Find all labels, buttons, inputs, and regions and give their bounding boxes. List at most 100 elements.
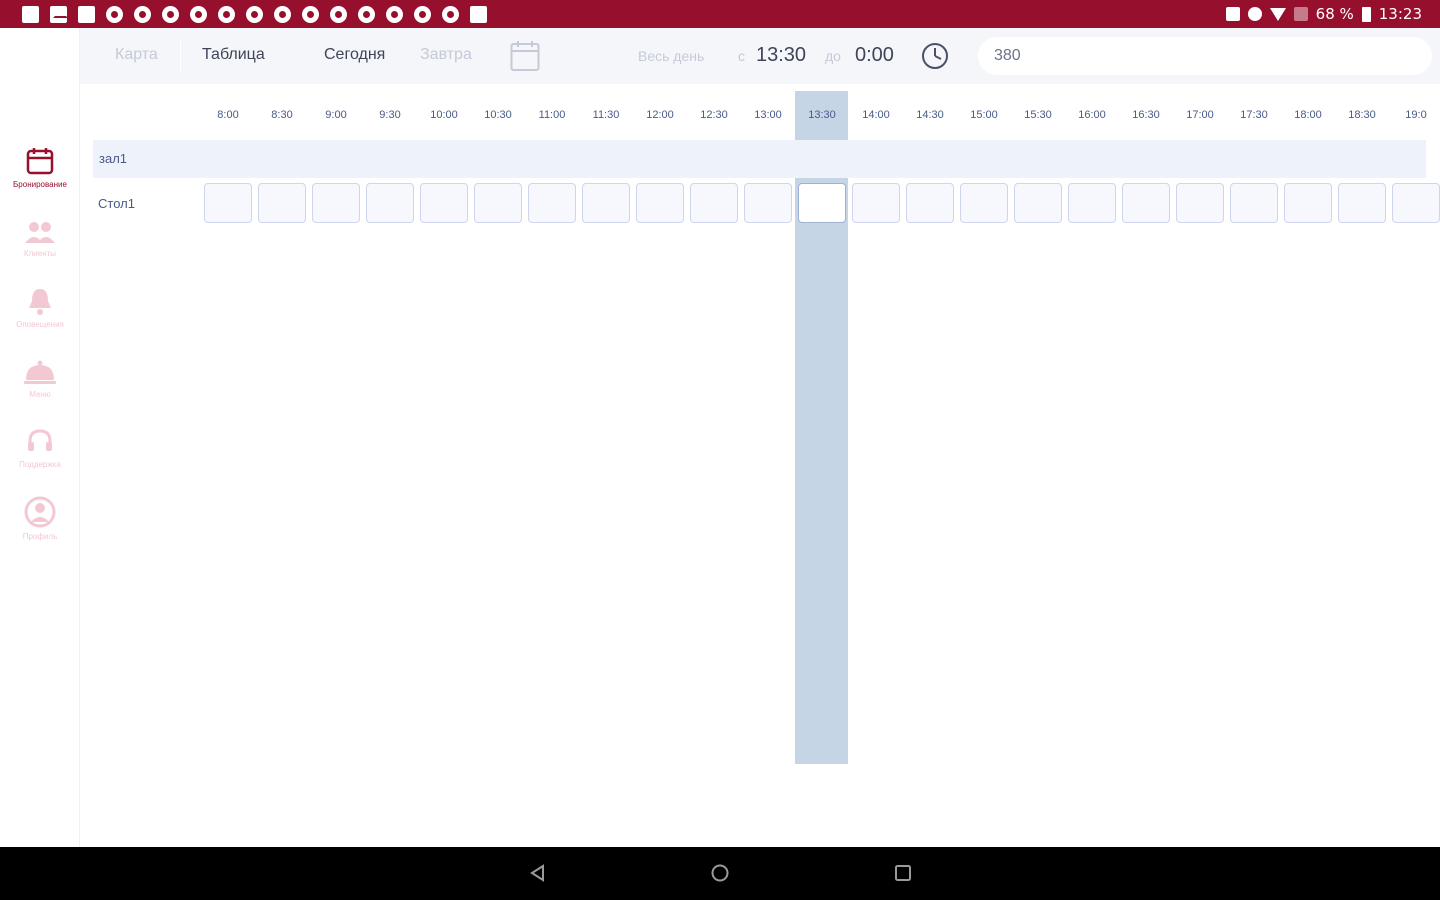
square-icon	[78, 5, 95, 23]
booking-cell-selected[interactable]	[798, 183, 846, 223]
booking-cell[interactable]	[1176, 183, 1224, 223]
booking-cell[interactable]	[1392, 183, 1440, 223]
back-icon[interactable]	[528, 863, 548, 883]
booking-cell[interactable]	[1230, 183, 1278, 223]
booking-cell[interactable]	[312, 183, 360, 223]
booking-cell[interactable]	[1284, 183, 1332, 223]
time-slot[interactable]: 10:30	[471, 109, 525, 121]
booking-cell[interactable]	[420, 183, 468, 223]
sidebar-item-clients[interactable]: Клиенты	[0, 219, 80, 258]
booking-cell[interactable]	[204, 183, 252, 223]
photo-icon	[22, 5, 39, 23]
sidebar-item-booking[interactable]: Бронирование	[0, 146, 80, 189]
today-button[interactable]: Сегодня	[324, 46, 385, 64]
chrome-icon	[246, 5, 263, 23]
time-slot[interactable]: 10:00	[417, 109, 471, 121]
sidebar-item-profile[interactable]: Профиль	[0, 496, 80, 541]
time-slot[interactable]: 15:00	[957, 109, 1011, 121]
booking-cell[interactable]	[366, 183, 414, 223]
chrome-icon	[162, 5, 179, 23]
sidebar-item-support[interactable]: Поддержка	[0, 428, 80, 469]
time-slot[interactable]: 18:00	[1281, 109, 1335, 121]
bag-icon	[470, 5, 487, 23]
divider	[180, 40, 181, 72]
sidebar-item-label: Оповещения	[16, 320, 64, 329]
chrome-icon	[414, 5, 431, 23]
booking-cell[interactable]	[258, 183, 306, 223]
chrome-icon	[358, 5, 375, 23]
status-bar: 68 % 13:23	[0, 0, 1440, 28]
mail-icon	[50, 5, 68, 23]
booking-cell[interactable]	[1338, 183, 1386, 223]
time-slot[interactable]: 15:30	[1011, 109, 1065, 121]
sidebar-item-label: Бронирование	[13, 180, 67, 189]
map-tab[interactable]: Карта	[115, 46, 158, 64]
booking-cell[interactable]	[906, 183, 954, 223]
time-slot-selected[interactable]: 13:30	[795, 109, 849, 121]
notification-icons	[0, 5, 487, 23]
time-slot[interactable]: 12:00	[633, 109, 687, 121]
booking-cell[interactable]	[1122, 183, 1170, 223]
table-tab[interactable]: Таблица	[202, 46, 265, 64]
time-slot[interactable]: 19:0	[1389, 109, 1440, 121]
time-slot[interactable]: 17:30	[1227, 109, 1281, 121]
people-icon	[25, 222, 55, 243]
booking-cell[interactable]	[852, 183, 900, 223]
time-slot[interactable]: 14:30	[903, 109, 957, 121]
time-slot[interactable]: 18:30	[1335, 109, 1389, 121]
home-icon[interactable]	[710, 863, 730, 883]
sidebar: Бронирование Клиенты Оповещения Меню Под…	[0, 28, 80, 847]
system-indicators: 68 % 13:23	[1225, 0, 1422, 28]
chrome-icon	[134, 5, 151, 23]
tomorrow-button[interactable]: Завтра	[420, 46, 472, 64]
time-slot[interactable]: 14:00	[849, 109, 903, 121]
time-slot[interactable]: 9:00	[309, 109, 363, 121]
time-slot[interactable]: 9:30	[363, 109, 417, 121]
all-day-toggle[interactable]: Весь день	[638, 48, 704, 64]
booking-cell[interactable]	[636, 183, 684, 223]
clock-icon[interactable]	[920, 41, 950, 71]
time-slot[interactable]: 11:30	[579, 109, 633, 121]
hall-name: зал1	[99, 151, 128, 166]
booking-cell[interactable]	[582, 183, 630, 223]
booking-cell[interactable]	[1014, 183, 1062, 223]
date-picker-icon[interactable]	[510, 40, 540, 72]
sidebar-item-alerts[interactable]: Оповещения	[0, 286, 80, 329]
from-time-field[interactable]: 13:30	[756, 44, 806, 67]
hall-row: зал1	[93, 140, 1426, 178]
time-slot[interactable]: 8:00	[201, 109, 255, 121]
time-slot[interactable]: 13:00	[741, 109, 795, 121]
time-slot[interactable]: 17:00	[1173, 109, 1227, 121]
time-slot[interactable]: 16:30	[1119, 109, 1173, 121]
table-name: Стол1	[98, 196, 135, 211]
calendar-icon	[26, 148, 54, 175]
bell-icon	[29, 289, 51, 315]
booking-cell[interactable]	[474, 183, 522, 223]
chrome-icon	[302, 5, 319, 23]
booking-cell[interactable]	[744, 183, 792, 223]
cast-icon	[1225, 7, 1240, 21]
booking-cell[interactable]	[960, 183, 1008, 223]
recents-icon[interactable]	[893, 863, 913, 883]
booking-cell[interactable]	[690, 183, 738, 223]
chrome-icon	[274, 5, 291, 23]
time-header: 8:00 8:30 9:00 9:30 10:00 10:30 11:00 11…	[80, 109, 1440, 123]
battery-percent: 68 %	[1315, 5, 1354, 23]
to-label: до	[825, 48, 841, 64]
time-slot[interactable]: 12:30	[687, 109, 741, 121]
battery-icon	[1361, 6, 1371, 22]
sidebar-item-menu[interactable]: Меню	[0, 358, 80, 399]
chrome-icon	[218, 5, 235, 23]
chrome-icon	[190, 5, 207, 23]
booking-cell[interactable]	[1068, 183, 1116, 223]
time-slot[interactable]: 11:00	[525, 109, 579, 121]
profile-icon	[24, 496, 56, 528]
to-time-field[interactable]: 0:00	[855, 44, 894, 67]
search-input[interactable]: 380	[978, 37, 1432, 75]
sidebar-item-label: Профиль	[22, 532, 58, 541]
from-label: с	[738, 48, 745, 64]
sidebar-item-label: Поддержка	[19, 460, 61, 469]
time-slot[interactable]: 8:30	[255, 109, 309, 121]
booking-cell[interactable]	[528, 183, 576, 223]
time-slot[interactable]: 16:00	[1065, 109, 1119, 121]
